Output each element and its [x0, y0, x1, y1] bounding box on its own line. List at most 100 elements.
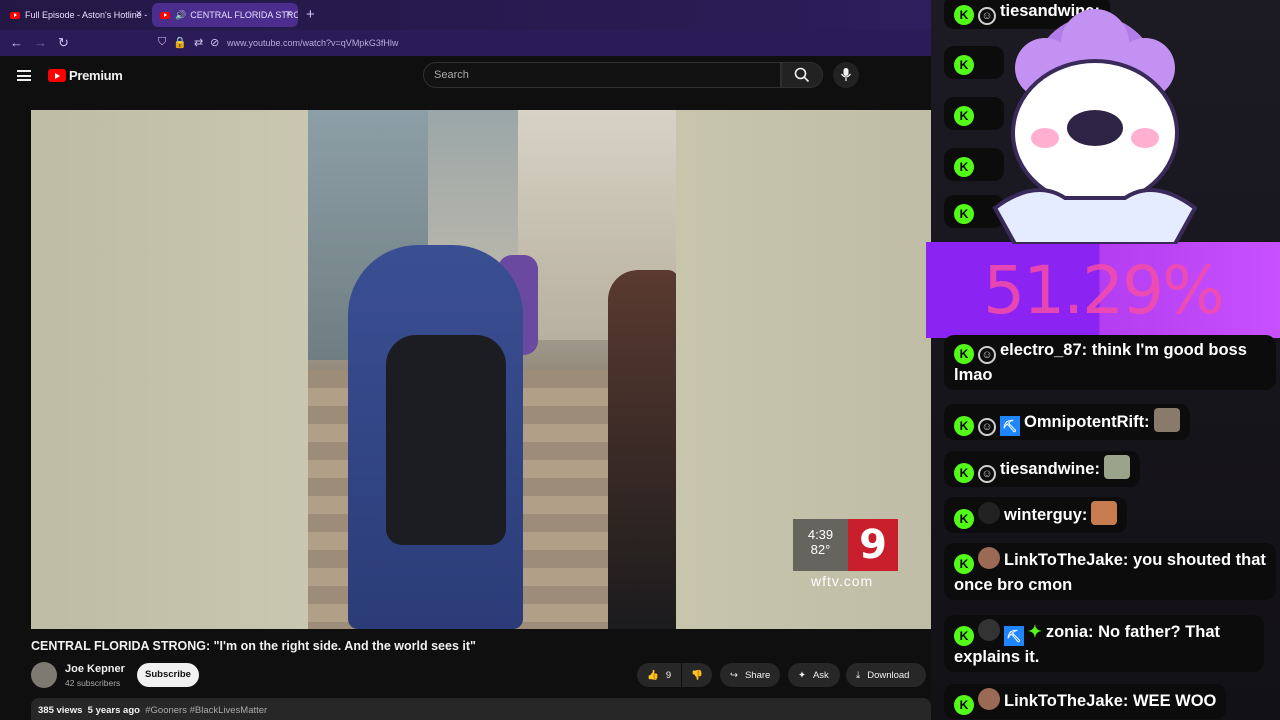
video-pillarbox-left — [31, 110, 308, 629]
url-security-icons: ⛉ 🔒 ⇄ ⊘ — [158, 36, 219, 49]
description-box[interactable]: 385 views 5 years ago #Gooners #BlackLiv… — [31, 698, 931, 720]
youtube-header: Premium — [0, 56, 940, 96]
kick-badge-icon: K — [954, 55, 974, 75]
person-icon: ☺ — [978, 346, 996, 364]
menu-icon[interactable] — [17, 70, 31, 81]
pickaxe-badge-icon: ⛏ — [1004, 626, 1024, 646]
person-icon: ☺ — [978, 418, 996, 436]
tab-label: Full Episode - Aston's Hotline - — [25, 10, 148, 20]
kick-badge-icon: K — [954, 204, 974, 224]
tracking-icon[interactable]: ⊘ — [210, 36, 219, 49]
percentage-meter: 51.29% — [926, 242, 1280, 338]
youtube-favicon-icon — [160, 11, 170, 19]
screen: Full Episode - Aston's Hotline - × 🔊 CEN… — [0, 0, 1280, 720]
search-box — [423, 62, 781, 88]
chat-username: electro_87: — [1000, 341, 1088, 359]
subscribe-button[interactable]: Subscribe — [137, 663, 199, 687]
close-tab-icon[interactable]: × — [286, 8, 292, 20]
view-count: 385 views — [38, 705, 83, 716]
ask-label: Ask — [812, 669, 829, 681]
kick-badge-icon: K — [954, 157, 974, 177]
shield-icon[interactable]: ⛉ — [158, 36, 166, 49]
hashtags[interactable]: #Gooners #BlackLivesMatter — [145, 705, 267, 716]
sparkle-icon: ✦ — [798, 669, 806, 681]
microphone-icon — [840, 68, 852, 81]
kick-badge-icon: K — [954, 509, 974, 529]
emote-icon — [1091, 501, 1118, 525]
chat-text: think I'm good boss lmao — [954, 341, 1247, 384]
sparkle-badge-icon: ✦ — [1028, 623, 1042, 641]
person-right — [608, 270, 676, 629]
tab-central-florida-strong[interactable]: 🔊 CENTRAL FLORIDA STRONG × — [152, 3, 298, 27]
search-input[interactable] — [424, 63, 780, 87]
emote-icon — [1153, 408, 1180, 432]
kick-badge-icon: K — [954, 5, 974, 25]
chat-message: K ☺ electro_87: think I'm good boss lmao — [944, 335, 1276, 390]
search-button[interactable] — [781, 62, 823, 88]
mascot-character-icon — [992, 9, 1198, 244]
subscriber-count: 42 subscribers — [65, 678, 121, 688]
dislike-button[interactable]: 👎 — [682, 663, 712, 687]
audio-playing-icon: 🔊 — [175, 9, 187, 20]
chat-message: K ☺ ⛏ OmnipotentRift: — [944, 404, 1190, 440]
tab-full-episode[interactable]: Full Episode - Aston's Hotline - × — [2, 3, 148, 27]
reload-icon[interactable]: ↻ — [58, 35, 69, 51]
news-time: 4:39 — [807, 527, 834, 542]
kick-badge-icon: K — [954, 463, 974, 483]
thumbs-down-icon: 👎 — [691, 669, 703, 681]
new-tab-button[interactable]: + — [306, 6, 315, 23]
chat-username: LinkToTheJake: — [1004, 692, 1129, 710]
logo-text: Premium — [69, 68, 123, 83]
forward-arrow-icon[interactable]: → — [34, 35, 47, 50]
voice-search-button[interactable] — [833, 62, 859, 88]
person-icon: ☺ — [978, 465, 996, 483]
percentage-value: 51.29% — [983, 252, 1225, 329]
user-avatar — [978, 688, 1000, 710]
lock-icon[interactable]: 🔒 — [173, 36, 187, 49]
download-button[interactable]: ⤓ Download — [846, 663, 926, 687]
chat-username: LinkToTheJake: — [1004, 551, 1129, 569]
back-arrow-icon[interactable]: ← — [10, 35, 23, 50]
address-bar[interactable]: www.youtube.com/watch?v=qVMpkG3fHlw — [227, 38, 398, 48]
video-frame — [308, 110, 676, 629]
upload-age: 5 years ago — [87, 705, 140, 716]
news-time-temp: 4:39 82° — [793, 519, 848, 571]
ask-button[interactable]: ✦ Ask — [788, 663, 840, 687]
chat-username: winterguy: — [1004, 506, 1088, 524]
like-button[interactable]: 👍 9 — [637, 663, 681, 687]
chat-username: OmnipotentRift: — [1024, 413, 1150, 431]
download-label: Download — [867, 669, 910, 681]
chat-message: K ☺ tiesandwine: — [944, 451, 1140, 487]
permissions-icon[interactable]: ⇄ — [194, 36, 203, 49]
tab-label: CENTRAL FLORIDA STRONG — [190, 10, 298, 20]
chat-message: K ⛏ ✦ zonia: No father? That explains it. — [944, 615, 1264, 672]
kick-badge-icon: K — [954, 106, 974, 126]
news-temp: 82° — [810, 542, 831, 557]
kick-badge-icon: K — [954, 554, 974, 574]
emote-icon — [1103, 455, 1130, 479]
share-icon: ↪ — [730, 669, 738, 681]
channel-avatar[interactable] — [31, 662, 57, 688]
share-label: Share — [744, 669, 771, 681]
kick-badge-icon: K — [954, 695, 974, 715]
user-avatar — [978, 547, 1000, 569]
youtube-logo[interactable]: Premium — [48, 68, 123, 83]
chat-text: WEE WOO — [1132, 692, 1217, 710]
close-tab-icon[interactable]: × — [136, 8, 142, 20]
download-icon: ⤓ — [856, 669, 861, 681]
channel-9-logo: 9 — [848, 519, 898, 571]
chat-username: tiesandwine: — [1000, 460, 1100, 478]
search-icon — [794, 67, 810, 83]
youtube-play-icon — [48, 69, 66, 82]
video-player[interactable]: 4:39 82° 9 wftv.com — [31, 110, 931, 629]
youtube-favicon-icon — [10, 11, 20, 19]
thumbs-up-icon: 👍 — [647, 669, 659, 681]
user-avatar — [978, 619, 1000, 641]
chat-message: K LinkToTheJake: you shouted that once br… — [944, 543, 1276, 600]
pickaxe-badge-icon: ⛏ — [1000, 416, 1020, 436]
kick-badge-icon: K — [954, 344, 974, 364]
share-button[interactable]: ↪ Share — [720, 663, 780, 687]
chat-username: zonia: — [1045, 623, 1094, 641]
chat-message: Kwinterguy: — [944, 497, 1128, 533]
channel-name[interactable]: Joe Kepner — [65, 663, 125, 675]
